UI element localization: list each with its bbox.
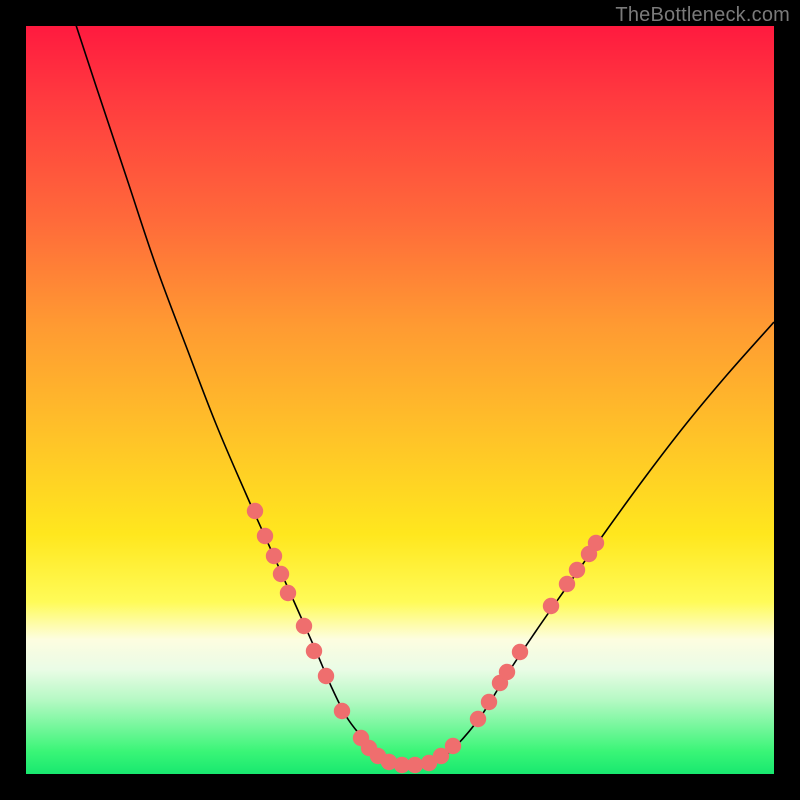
- highlight-dot: [543, 598, 559, 614]
- bottleneck-curve: [73, 26, 774, 767]
- watermark-text: TheBottleneck.com: [615, 4, 790, 27]
- highlight-dot: [306, 643, 322, 659]
- highlight-dot: [588, 535, 604, 551]
- highlight-dot: [266, 548, 282, 564]
- plot-area: [26, 26, 774, 774]
- highlight-dot: [499, 664, 515, 680]
- highlight-dot: [407, 757, 423, 773]
- highlight-dot: [273, 566, 289, 582]
- highlight-dot: [481, 694, 497, 710]
- highlight-dot: [334, 703, 350, 719]
- highlight-dots-group: [247, 503, 604, 773]
- chart-frame: TheBottleneck.com: [0, 0, 800, 800]
- highlight-dot: [296, 618, 312, 634]
- highlight-dot: [470, 711, 486, 727]
- highlight-dot: [445, 738, 461, 754]
- highlight-dot: [280, 585, 296, 601]
- highlight-dot: [559, 576, 575, 592]
- chart-svg: [26, 26, 774, 774]
- highlight-dot: [512, 644, 528, 660]
- highlight-dot: [569, 562, 585, 578]
- highlight-dot: [257, 528, 273, 544]
- highlight-dot: [247, 503, 263, 519]
- highlight-dot: [318, 668, 334, 684]
